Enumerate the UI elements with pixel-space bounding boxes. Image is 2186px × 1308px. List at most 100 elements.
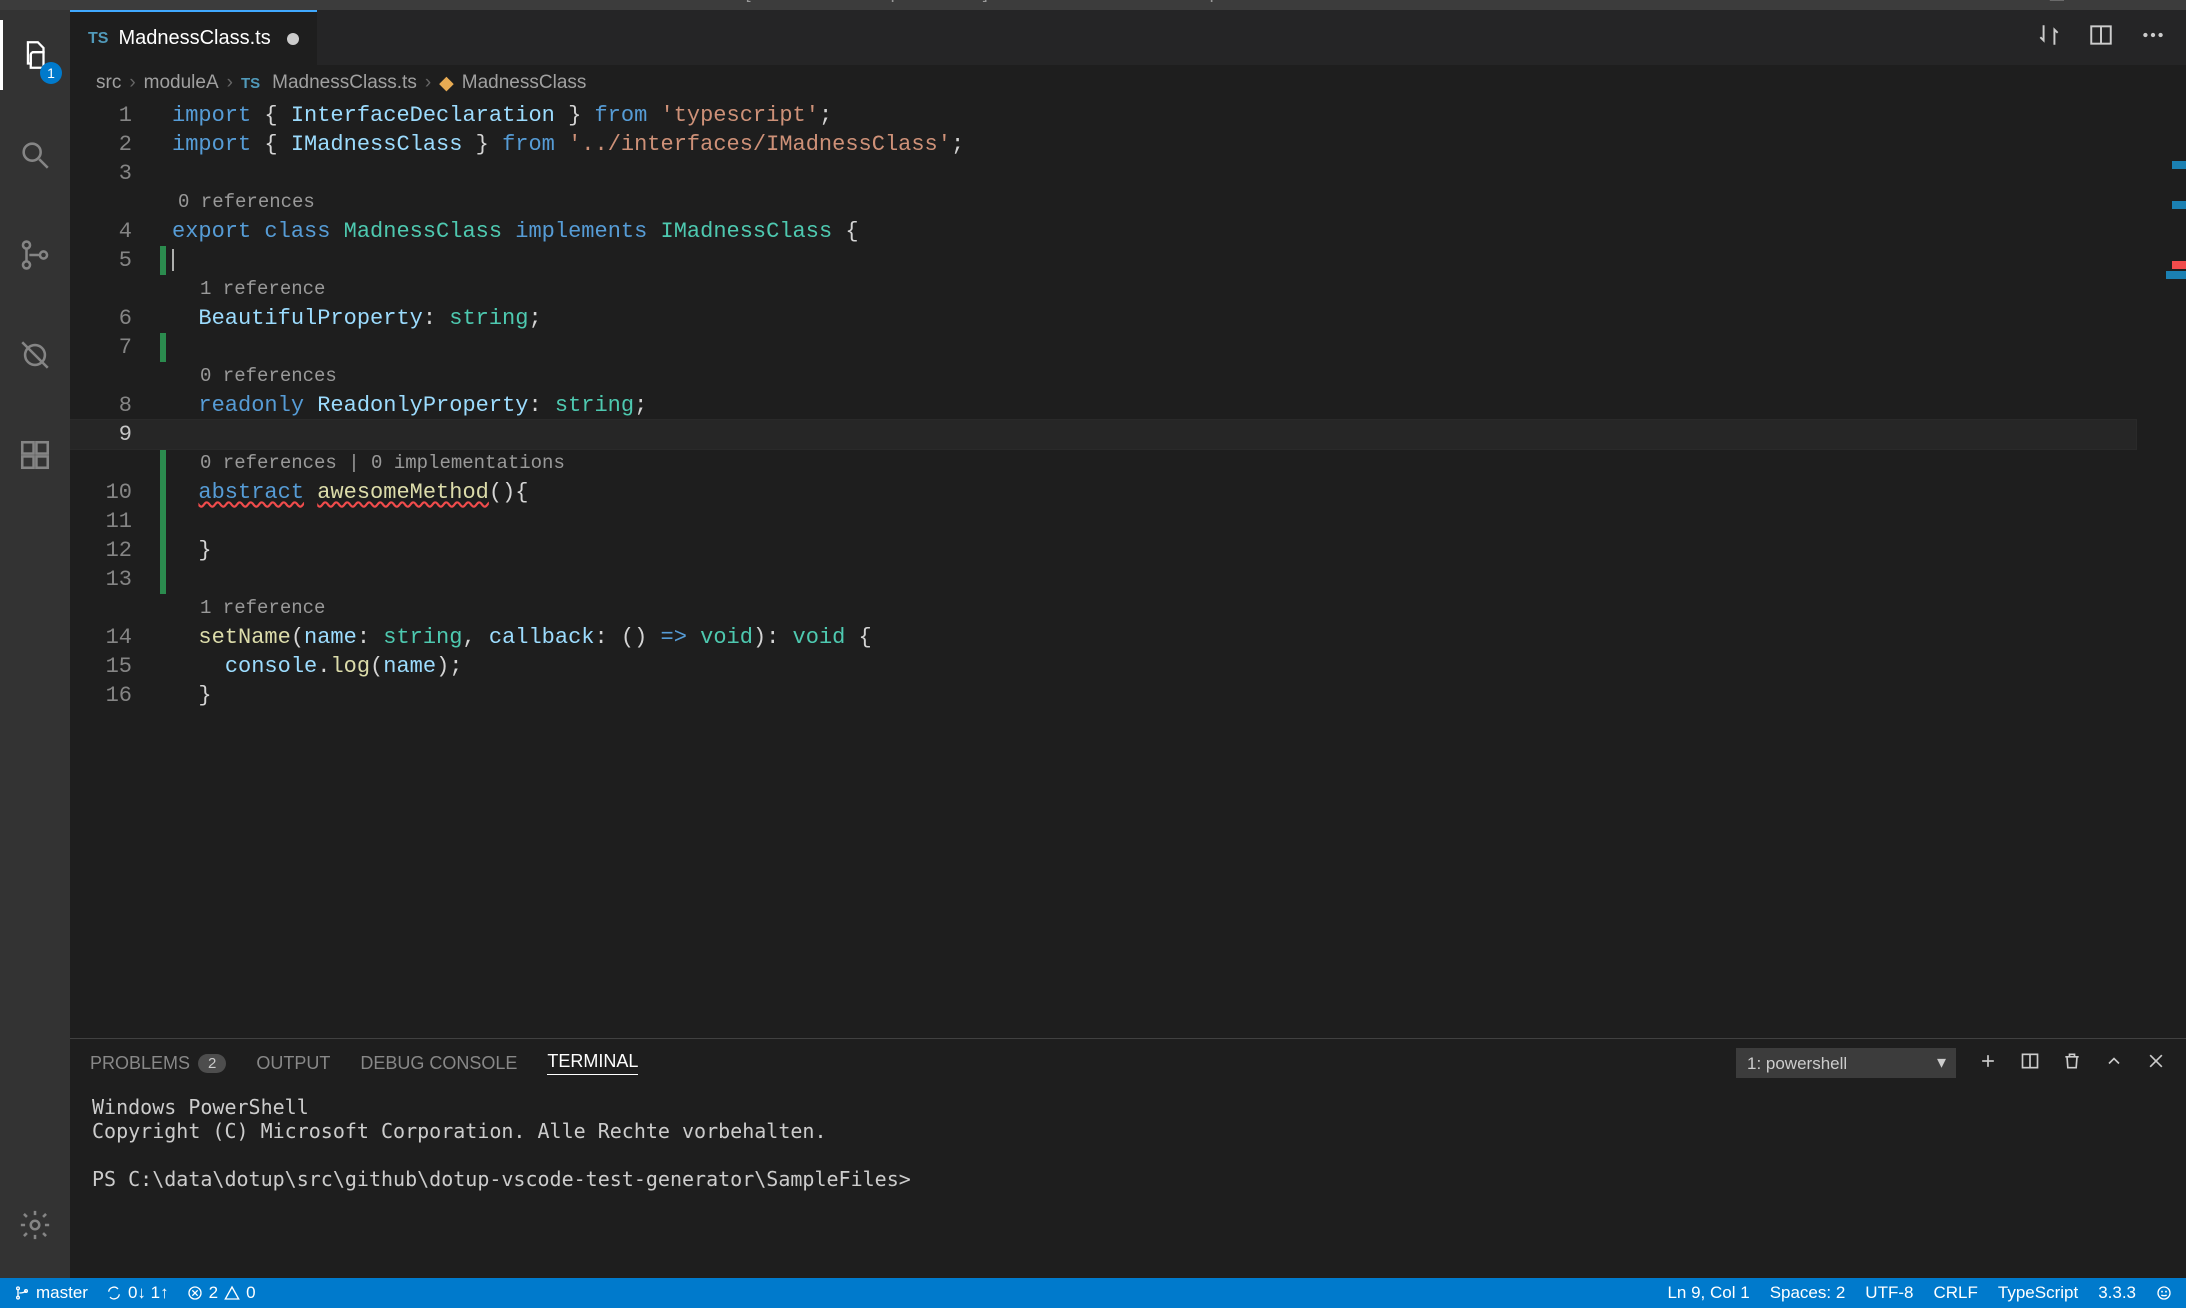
code-line[interactable]: abstract awesomeMethod(){	[166, 478, 528, 507]
line-number: 15	[70, 652, 160, 681]
chevron-right-icon: ›	[227, 72, 233, 94]
kill-terminal-icon[interactable]	[2062, 1051, 2082, 1076]
overview-ruler[interactable]	[2166, 101, 2186, 1038]
sync-icon	[106, 1285, 122, 1301]
split-terminal-icon[interactable]	[2020, 1051, 2040, 1076]
breadcrumb-file[interactable]: MadnessClass.ts	[272, 72, 417, 94]
panel-tab-debug-console[interactable]: DEBUG CONSOLE	[360, 1053, 517, 1074]
overview-marker	[2172, 161, 2186, 169]
activity-settings[interactable]	[0, 1190, 70, 1260]
panel: PROBLEMS 2 OUTPUT DEBUG CONSOLE TERMINAL	[70, 1038, 2186, 1278]
split-editor-icon[interactable]	[2088, 22, 2114, 53]
code-line[interactable]: console.log(name);	[166, 652, 462, 681]
compare-changes-icon[interactable]	[2036, 22, 2062, 53]
minimize-icon[interactable]: ▁	[2050, 0, 2064, 1]
code-line[interactable]: import { InterfaceDeclaration } from 'ty…	[166, 101, 832, 130]
chevron-right-icon: ›	[129, 72, 135, 94]
code-line[interactable]: }	[166, 536, 212, 565]
tab-madnessclass[interactable]: TS MadnessClass.ts	[70, 10, 317, 65]
activity-bar: 1	[0, 10, 70, 1278]
maximize-icon[interactable]: ▢	[2104, 0, 2121, 1]
activity-debug[interactable]	[0, 320, 70, 390]
activity-extensions[interactable]	[0, 420, 70, 490]
panel-tab-label: TERMINAL	[547, 1051, 638, 1072]
overview-marker	[2172, 201, 2186, 209]
window-title: [Extension Development Host] - ● Madness…	[746, 0, 1441, 3]
problems-count-badge: 2	[198, 1054, 226, 1073]
close-panel-icon[interactable]	[2146, 1051, 2166, 1076]
panel-tab-label: DEBUG CONSOLE	[360, 1053, 517, 1074]
breadcrumb-segment[interactable]: moduleA	[144, 72, 219, 94]
codelens[interactable]: 0 references | 0 implementations	[166, 449, 565, 478]
line-number: 12	[70, 536, 160, 565]
status-encoding[interactable]: UTF-8	[1865, 1283, 1913, 1303]
panel-tab-problems[interactable]: PROBLEMS 2	[90, 1053, 226, 1074]
line-number: 2	[70, 130, 160, 159]
search-icon	[18, 138, 52, 172]
code-line[interactable]: import { IMadnessClass } from '../interf…	[166, 130, 964, 159]
breadcrumb-segment[interactable]: src	[96, 72, 121, 94]
tab-bar: TS MadnessClass.ts	[70, 10, 2186, 65]
panel-tab-output[interactable]: OUTPUT	[256, 1053, 330, 1074]
more-actions-icon[interactable]	[2140, 22, 2166, 53]
explorer-badge: 1	[40, 62, 62, 84]
status-errors[interactable]: 2 0	[187, 1283, 256, 1303]
title-bar: [Extension Development Host] - ● Madness…	[0, 0, 2186, 10]
line-number: 14	[70, 623, 160, 652]
line-number: 5	[70, 246, 160, 275]
codelens[interactable]: 0 references	[166, 188, 315, 217]
debug-icon	[18, 338, 52, 372]
code-line[interactable]: setName(name: string, callback: () => vo…	[166, 623, 872, 652]
status-bar: master 0↓ 1↑ 2 0 Ln 9, Col 1 Spaces: 2 U…	[0, 1278, 2186, 1308]
line-number: 9	[70, 420, 160, 449]
status-eol[interactable]: CRLF	[1933, 1283, 1977, 1303]
feedback-smiley-icon	[2156, 1285, 2172, 1301]
typescript-file-icon: TS	[241, 75, 260, 92]
maximize-panel-icon[interactable]	[2104, 1051, 2124, 1076]
breadcrumb[interactable]: src › moduleA › TS MadnessClass.ts › ◆ M…	[70, 65, 2186, 101]
status-ts-version[interactable]: 3.3.3	[2098, 1283, 2136, 1303]
status-sync[interactable]: 0↓ 1↑	[106, 1283, 169, 1303]
error-icon	[187, 1285, 203, 1301]
gear-icon	[18, 1208, 52, 1242]
codelens[interactable]: 1 reference	[166, 594, 325, 623]
new-terminal-icon[interactable]	[1978, 1051, 1998, 1076]
code-line[interactable]: export class MadnessClass implements IMa…	[166, 217, 859, 246]
code-line[interactable]: }	[166, 681, 212, 710]
typescript-file-icon: TS	[88, 30, 108, 48]
code-line[interactable]: readonly ReadonlyProperty: string;	[166, 391, 647, 420]
source-control-icon	[18, 238, 52, 272]
code-line[interactable]: BeautifulProperty: string;	[166, 304, 542, 333]
code-line[interactable]	[166, 246, 174, 275]
terminal[interactable]: Windows PowerShell Copyright (C) Microso…	[70, 1087, 2186, 1278]
codelens[interactable]: 0 references	[166, 362, 337, 391]
panel-tab-label: PROBLEMS	[90, 1053, 190, 1074]
status-feedback[interactable]	[2156, 1285, 2172, 1301]
panel-tab-label: OUTPUT	[256, 1053, 330, 1074]
chevron-right-icon: ›	[425, 72, 431, 94]
terminal-line: Windows PowerShell	[92, 1095, 309, 1119]
activity-explorer[interactable]: 1	[0, 20, 70, 90]
overview-marker	[2166, 271, 2186, 279]
line-number: 7	[70, 333, 160, 362]
status-language[interactable]: TypeScript	[1998, 1283, 2078, 1303]
status-cursor-position[interactable]: Ln 9, Col 1	[1667, 1283, 1749, 1303]
line-number: 4	[70, 217, 160, 246]
status-branch[interactable]: master	[14, 1283, 88, 1303]
editor[interactable]: 1import { InterfaceDeclaration } from 't…	[70, 101, 2186, 1038]
activity-search[interactable]	[0, 120, 70, 190]
status-indentation[interactable]: Spaces: 2	[1770, 1283, 1846, 1303]
codelens[interactable]: 1 reference	[166, 275, 325, 304]
line-number: 11	[70, 507, 160, 536]
activity-source-control[interactable]	[0, 220, 70, 290]
terminal-selector[interactable]: 1: powershell	[1736, 1048, 1956, 1078]
panel-tab-terminal[interactable]: TERMINAL	[547, 1051, 638, 1075]
tab-label: MadnessClass.ts	[118, 27, 270, 50]
line-number: 1	[70, 101, 160, 130]
terminal-line: Copyright (C) Microsoft Corporation. All…	[92, 1119, 827, 1143]
warning-icon	[224, 1285, 240, 1301]
terminal-prompt: PS C:\data\dotup\src\github\dotup-vscode…	[92, 1167, 911, 1191]
breadcrumb-symbol[interactable]: MadnessClass	[462, 72, 587, 94]
line-number: 13	[70, 565, 160, 594]
close-icon[interactable]: ✕	[2161, 0, 2176, 1]
